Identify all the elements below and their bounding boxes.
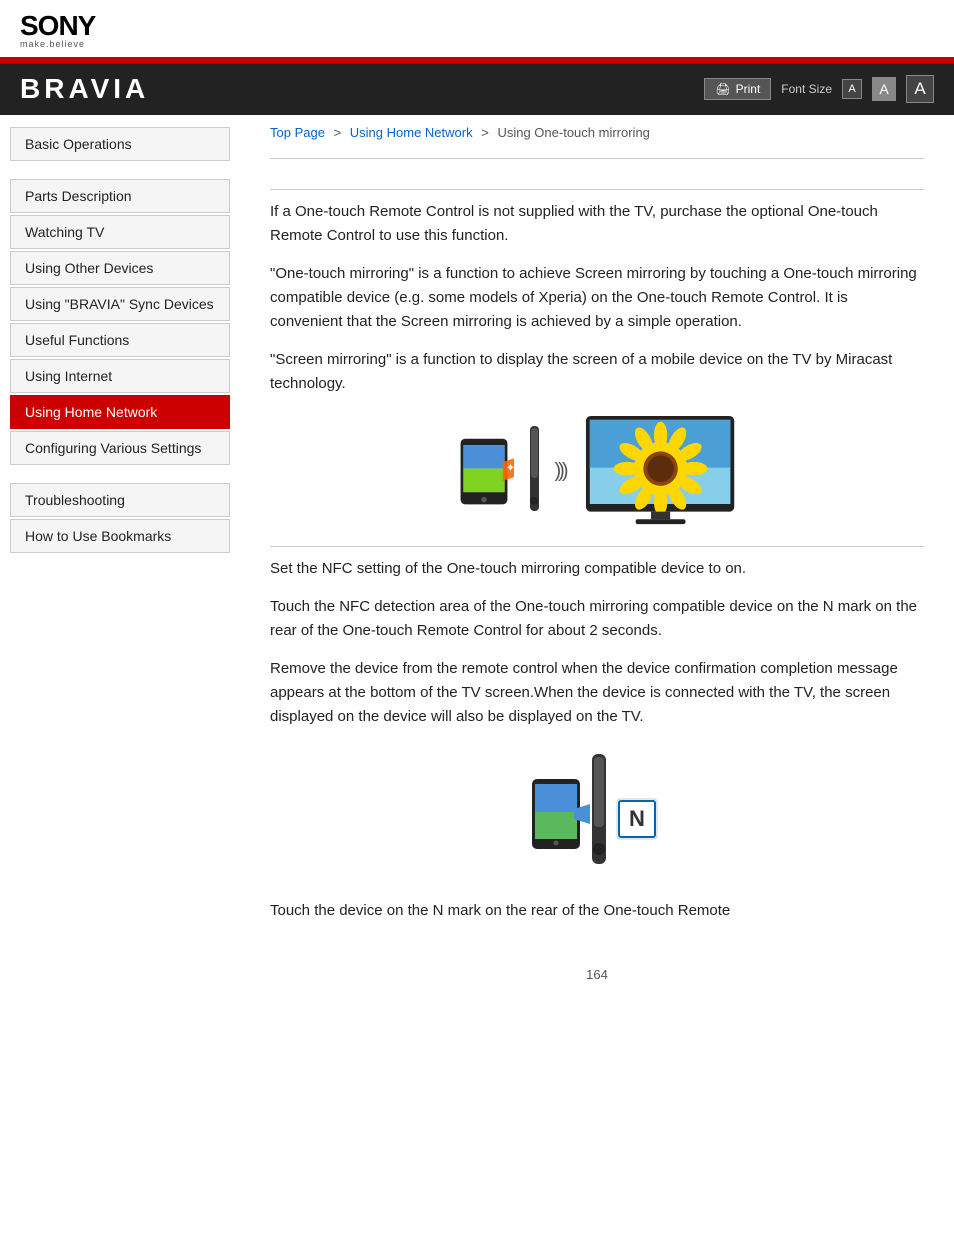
paragraph-7: Touch the device on the N mark on the re… <box>270 899 924 923</box>
sidebar-item-using-other-devices[interactable]: Using Other Devices <box>10 251 230 285</box>
divider-1 <box>270 189 924 190</box>
title-bar: BRAVIA 🖨 Print Font Size A A A <box>0 63 954 115</box>
font-size-label: Font Size <box>781 82 832 96</box>
divider-top <box>270 158 924 159</box>
paragraph-4: Set the NFC setting of the One-touch mir… <box>270 557 924 581</box>
phone-svg: ✦ <box>454 434 514 509</box>
font-size-medium-button[interactable]: A <box>872 77 896 101</box>
nfc-touch-illustration: ✦ ))) <box>454 426 566 516</box>
paragraph-5: Touch the NFC detection area of the One-… <box>270 595 924 643</box>
title-bar-controls: 🖨 Print Font Size A A A <box>704 75 934 103</box>
bravia-title: BRAVIA <box>20 73 149 105</box>
tv-svg <box>585 416 740 526</box>
sony-logo: SONY make.believe <box>20 12 95 49</box>
svg-text:N: N <box>629 806 645 831</box>
divider-2 <box>270 546 924 547</box>
print-button[interactable]: 🖨 Print <box>704 78 771 100</box>
sony-text: SONY <box>20 12 95 40</box>
breadcrumb: Top Page > Using Home Network > Using On… <box>270 115 924 148</box>
sidebar-item-watching-tv[interactable]: Watching TV <box>10 215 230 249</box>
breadcrumb-current: Using One-touch mirroring <box>497 125 649 140</box>
sidebar-item-useful-functions[interactable]: Useful Functions <box>10 323 230 357</box>
font-size-small-button[interactable]: A <box>842 79 862 99</box>
sidebar-item-troubleshooting[interactable]: Troubleshooting <box>10 483 230 517</box>
sidebar-item-basic-operations[interactable]: Basic Operations <box>10 127 230 161</box>
paragraph-6: Remove the device from the remote contro… <box>270 657 924 729</box>
header: SONY make.believe <box>0 0 954 57</box>
signal-waves: ))) <box>555 460 566 483</box>
breadcrumb-sep1: > <box>334 125 342 140</box>
nfc-device-svg: N <box>532 749 662 879</box>
breadcrumb-sep2: > <box>481 125 489 140</box>
svg-text:✦: ✦ <box>505 462 513 474</box>
sidebar-item-bravia-sync[interactable]: Using "BRAVIA" Sync Devices <box>10 287 230 321</box>
print-label: Print <box>736 82 761 96</box>
sony-tagline: make.believe <box>20 40 95 49</box>
nfc-touch-area: N <box>270 749 924 879</box>
font-size-large-button[interactable]: A <box>906 75 934 103</box>
sidebar-item-using-home-network[interactable]: Using Home Network <box>10 395 230 429</box>
sidebar-item-using-internet[interactable]: Using Internet <box>10 359 230 393</box>
breadcrumb-top-page[interactable]: Top Page <box>270 125 325 140</box>
mirroring-illustration: ✦ ))) <box>270 416 924 526</box>
paragraph-1: If a One-touch Remote Control is not sup… <box>270 200 924 248</box>
paragraph-2: "One-touch mirroring" is a function to a… <box>270 262 924 334</box>
paragraph-3: "Screen mirroring" is a function to disp… <box>270 348 924 396</box>
breadcrumb-home-network[interactable]: Using Home Network <box>350 125 473 140</box>
main-layout: Basic Operations Parts Description Watch… <box>0 115 954 1012</box>
sidebar-item-bookmarks[interactable]: How to Use Bookmarks <box>10 519 230 553</box>
sidebar-item-configuring-settings[interactable]: Configuring Various Settings <box>10 431 230 465</box>
remote-svg <box>522 426 547 516</box>
sidebar: Basic Operations Parts Description Watch… <box>0 115 240 1012</box>
page-number: 164 <box>270 967 924 982</box>
content-body: If a One-touch Remote Control is not sup… <box>270 169 924 947</box>
print-icon: 🖨 <box>715 82 730 96</box>
content-area: Top Page > Using Home Network > Using On… <box>240 115 954 1012</box>
sidebar-item-parts-description[interactable]: Parts Description <box>10 179 230 213</box>
